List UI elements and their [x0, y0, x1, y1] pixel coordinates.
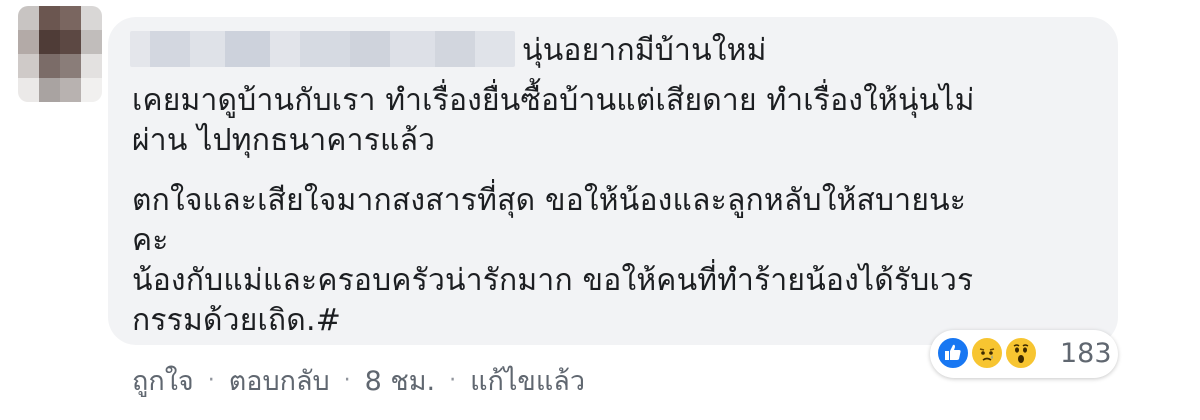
- edited-label[interactable]: แก้ไขแล้ว: [470, 359, 585, 402]
- separator-dot: ·: [207, 367, 215, 393]
- comment-line-1: เคยมาดูบ้านกับเรา ทำเรื่องยื่นซื้อบ้านแต…: [132, 83, 975, 118]
- comment-line-2: ผ่าน ไปทุกธนาคารแล้ว: [132, 123, 436, 158]
- comment-actions: ถูกใจ · ตอบกลับ · 8 ชม. · แก้ไขแล้ว: [132, 360, 585, 400]
- comment-line-3: ตกใจและเสียใจมากสงสารที่สุด ขอให้น้องและ…: [132, 183, 967, 218]
- separator-dot: ·: [343, 367, 351, 393]
- comment-line-5: น้องกับแม่และครอบครัวน่ารักมาก ขอให้คนที…: [132, 263, 974, 298]
- timestamp-link[interactable]: 8 ชม.: [365, 359, 435, 402]
- like-button[interactable]: ถูกใจ: [132, 359, 194, 402]
- reactions-summary[interactable]: 183: [930, 330, 1118, 378]
- author-suffix-text: นุ่นอยากมีบ้านใหม่: [522, 33, 767, 68]
- sad-icon: [970, 336, 1004, 370]
- reaction-count: 183: [1060, 338, 1112, 369]
- like-icon: [936, 336, 970, 370]
- separator-dot: ·: [449, 367, 457, 393]
- avatar[interactable]: [18, 6, 102, 102]
- reply-button[interactable]: ตอบกลับ: [229, 359, 330, 402]
- wow-icon: [1004, 336, 1038, 370]
- author-name-blurred[interactable]: [130, 31, 515, 67]
- comment-line-6: กรรมด้วยเถิด.#: [132, 303, 342, 338]
- comment-line-4: คะ: [132, 223, 169, 258]
